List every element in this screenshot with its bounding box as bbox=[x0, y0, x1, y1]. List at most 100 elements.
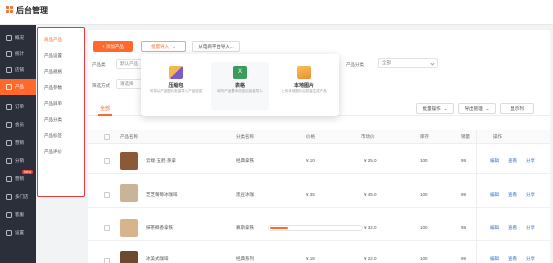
category-select[interactable]: 全部 bbox=[378, 58, 438, 68]
edit-link[interactable]: 编辑 bbox=[490, 256, 499, 262]
shop-icon bbox=[6, 67, 12, 73]
edit-link[interactable]: 编辑 bbox=[490, 158, 499, 164]
submenu-item-categories[interactable]: 产品分类 bbox=[44, 117, 62, 123]
submenu-item-products[interactable]: 商品产品 bbox=[44, 37, 62, 43]
tab-all[interactable]: 全部 bbox=[100, 105, 110, 112]
sidebar-item-orders[interactable]: 订单 bbox=[0, 99, 36, 115]
sidebar-item-products[interactable]: 产品 bbox=[0, 79, 36, 95]
platform-import-button[interactable]: 从电商平台导入... bbox=[192, 41, 240, 52]
submenu-item-params[interactable]: 产品参数 bbox=[44, 85, 62, 91]
edit-link[interactable]: 编辑 bbox=[490, 192, 499, 198]
product-name: 抹茶椰香拿铁 bbox=[146, 225, 173, 230]
share-link[interactable]: 分享 bbox=[526, 158, 535, 164]
add-product-button[interactable]: + 添加产品 bbox=[93, 41, 133, 52]
new-badge: New bbox=[22, 170, 34, 174]
box-icon bbox=[6, 84, 12, 90]
store-icon bbox=[6, 194, 12, 200]
product-stock: 100 bbox=[420, 192, 428, 197]
product-thumbnail bbox=[120, 152, 138, 170]
product-stock: 100 bbox=[420, 256, 428, 261]
megaphone-icon bbox=[6, 140, 12, 146]
chevron-down-icon bbox=[430, 61, 435, 66]
product-sales: 99 bbox=[461, 192, 467, 197]
product-thumbnail bbox=[120, 251, 138, 263]
sidebar-item-overview[interactable]: 概况 bbox=[0, 30, 36, 46]
view-link[interactable]: 查看 bbox=[508, 256, 517, 262]
sidebar-item-shop[interactable]: 店铺 bbox=[0, 62, 36, 78]
view-link[interactable]: 查看 bbox=[508, 158, 517, 164]
sidebar-item-settings[interactable]: 设置 bbox=[0, 225, 36, 241]
import-sheet-option[interactable]: X 表格 填写产品基本信息后批量导入 bbox=[211, 62, 269, 110]
product-price: ¥ 18 bbox=[306, 256, 315, 261]
product-thumbnail bbox=[120, 219, 138, 237]
batch-import-button[interactable]: 批量导入 ⌄ bbox=[141, 41, 186, 52]
share-link[interactable]: 分享 bbox=[526, 256, 535, 262]
table-header: 产品名称 分类名称 价格 市场价 库存 销量 操作 bbox=[88, 130, 550, 144]
sidebar-item-distribution[interactable]: 分销 bbox=[0, 153, 36, 169]
chevron-down-icon: ⌄ bbox=[172, 43, 176, 49]
product-name: 芝芝莓莓冰咖啡 bbox=[146, 192, 178, 197]
share-link[interactable]: 分享 bbox=[526, 192, 535, 198]
row-checkbox[interactable] bbox=[104, 225, 110, 231]
column-header-actions: 操作 bbox=[493, 134, 502, 139]
gift-icon bbox=[6, 176, 12, 182]
sidebar-item-service[interactable]: 客服 bbox=[0, 207, 36, 223]
tab-active-indicator bbox=[98, 114, 112, 116]
sidebar-item-promotion[interactable]: 营销 New bbox=[0, 170, 36, 187]
chat-icon bbox=[6, 212, 12, 218]
edit-link[interactable]: 编辑 bbox=[490, 225, 499, 231]
table-row: 芝芝莓莓冰咖啡 黑豆冰咖 ¥ 35 ¥ 45.0 100 99 编辑 查看 分享 bbox=[88, 181, 550, 208]
category-label: 产品分类 bbox=[346, 62, 364, 67]
gear-icon bbox=[6, 230, 12, 236]
columns-button[interactable]: 显示列 bbox=[500, 103, 534, 114]
spreadsheet-icon: X bbox=[233, 66, 247, 79]
chevron-down-icon: ⌄ bbox=[485, 105, 490, 111]
sidebar-item-members[interactable]: 会员 bbox=[0, 117, 36, 133]
batch-ops-button[interactable]: 批量操作 ⌄ bbox=[416, 103, 454, 114]
product-category: 黑豆冰咖 bbox=[236, 192, 254, 197]
submenu-item-tags[interactable]: 产品标签 bbox=[44, 133, 62, 139]
row-checkbox[interactable] bbox=[104, 158, 110, 164]
list-icon bbox=[6, 104, 12, 110]
product-name: 云端·五鹤·蒸拿 bbox=[146, 158, 176, 163]
product-market-price: ¥ 45.0 bbox=[364, 192, 377, 197]
product-stock: 100 bbox=[420, 225, 428, 230]
column-header-stock: 库存 bbox=[420, 134, 429, 139]
import-zip-title: 压缩包 bbox=[168, 83, 184, 89]
import-sheet-title: 表格 bbox=[234, 83, 245, 89]
filter-method-label: 筛选方式 bbox=[92, 83, 110, 88]
product-sales: 99 bbox=[461, 158, 467, 163]
view-link[interactable]: 查看 bbox=[508, 225, 517, 231]
product-market-price: ¥ 22.0 bbox=[364, 256, 377, 261]
sidebar-item-stats[interactable]: 统计 bbox=[0, 46, 36, 62]
app-title: 后台管理 bbox=[16, 6, 48, 15]
row-checkbox[interactable] bbox=[104, 258, 110, 263]
product-category: 慕斯拿铁 bbox=[236, 225, 254, 230]
chart-icon bbox=[6, 51, 12, 57]
zip-file-icon bbox=[169, 66, 183, 79]
submenu-item-specs[interactable]: 产品规格 bbox=[44, 69, 62, 75]
product-category: 经典系列 bbox=[236, 256, 254, 261]
user-icon bbox=[6, 122, 12, 128]
select-all-checkbox[interactable] bbox=[104, 134, 110, 140]
sidebar-item-multistore[interactable]: 多门店 bbox=[0, 189, 36, 205]
submenu-item-reviews[interactable]: 产品评价 bbox=[44, 149, 62, 155]
sidebar-item-marketing[interactable]: 营销 bbox=[0, 135, 36, 151]
import-zip-desc: 可将从产品图片批量导入产品信息 bbox=[149, 89, 203, 93]
product-stock: 100 bbox=[420, 158, 428, 163]
product-category: 经典拿铁 bbox=[236, 158, 254, 163]
share-link[interactable]: 分享 bbox=[526, 225, 535, 231]
product-name: 冰美式咖啡 bbox=[146, 256, 169, 261]
column-header-category: 分类名称 bbox=[236, 134, 254, 139]
submenu-item-settings[interactable]: 产品设置 bbox=[44, 53, 62, 59]
view-link[interactable]: 查看 bbox=[508, 192, 517, 198]
import-local-image-option[interactable]: 本地图片 上传本地图片后批量生成产品 bbox=[275, 62, 333, 110]
import-zip-option[interactable]: 压缩包 可将从产品图片批量导入产品信息 bbox=[147, 62, 205, 110]
row-checkbox[interactable] bbox=[104, 192, 110, 198]
product-sales: 99 bbox=[461, 256, 467, 261]
product-price: ¥ 35 bbox=[306, 192, 315, 197]
column-header-sales: 销量 bbox=[461, 134, 470, 139]
submenu-item-lists[interactable]: 产品屏单 bbox=[44, 101, 62, 107]
export-button[interactable]: 导出管理 ⌄ bbox=[458, 103, 496, 114]
image-icon bbox=[297, 66, 311, 79]
